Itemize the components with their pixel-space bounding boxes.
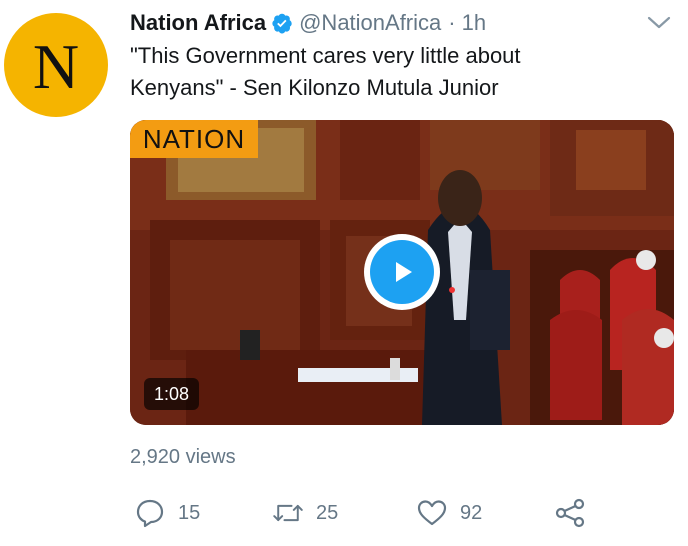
- author-handle[interactable]: @NationAfrica: [299, 10, 441, 36]
- reply-icon: [136, 499, 164, 528]
- play-icon: [396, 262, 412, 282]
- tweet-header: Nation Africa @NationAfrica · 1h: [130, 8, 486, 38]
- avatar-letter: N: [32, 31, 80, 102]
- chevron-down-icon[interactable]: [646, 14, 672, 32]
- avatar[interactable]: N: [4, 13, 108, 117]
- verified-badge-icon: [272, 13, 292, 34]
- play-button[interactable]: [364, 234, 440, 310]
- heart-icon: [417, 500, 447, 526]
- retweet-button[interactable]: 25: [272, 496, 338, 530]
- like-count: 92: [460, 501, 483, 524]
- like-button[interactable]: 92: [416, 496, 482, 530]
- view-count: 2,920 views: [130, 446, 236, 468]
- separator-dot: ·: [448, 10, 456, 35]
- retweet-count: 25: [316, 501, 339, 524]
- tweet-text: "This Government cares very little about…: [130, 43, 521, 100]
- reply-count: 15: [178, 501, 201, 524]
- author-name[interactable]: Nation Africa: [130, 10, 266, 36]
- retweet-icon: [273, 504, 303, 522]
- share-button[interactable]: [554, 496, 586, 530]
- video-duration: 1:08: [144, 378, 200, 410]
- nation-watermark: NATION: [130, 120, 258, 158]
- reply-button[interactable]: 15: [134, 496, 200, 530]
- tweet-time[interactable]: 1h: [462, 10, 486, 36]
- share-icon: [555, 498, 585, 528]
- video-player[interactable]: NATION 1:08: [130, 120, 674, 425]
- tweet-actions: 15 25 92: [130, 496, 600, 530]
